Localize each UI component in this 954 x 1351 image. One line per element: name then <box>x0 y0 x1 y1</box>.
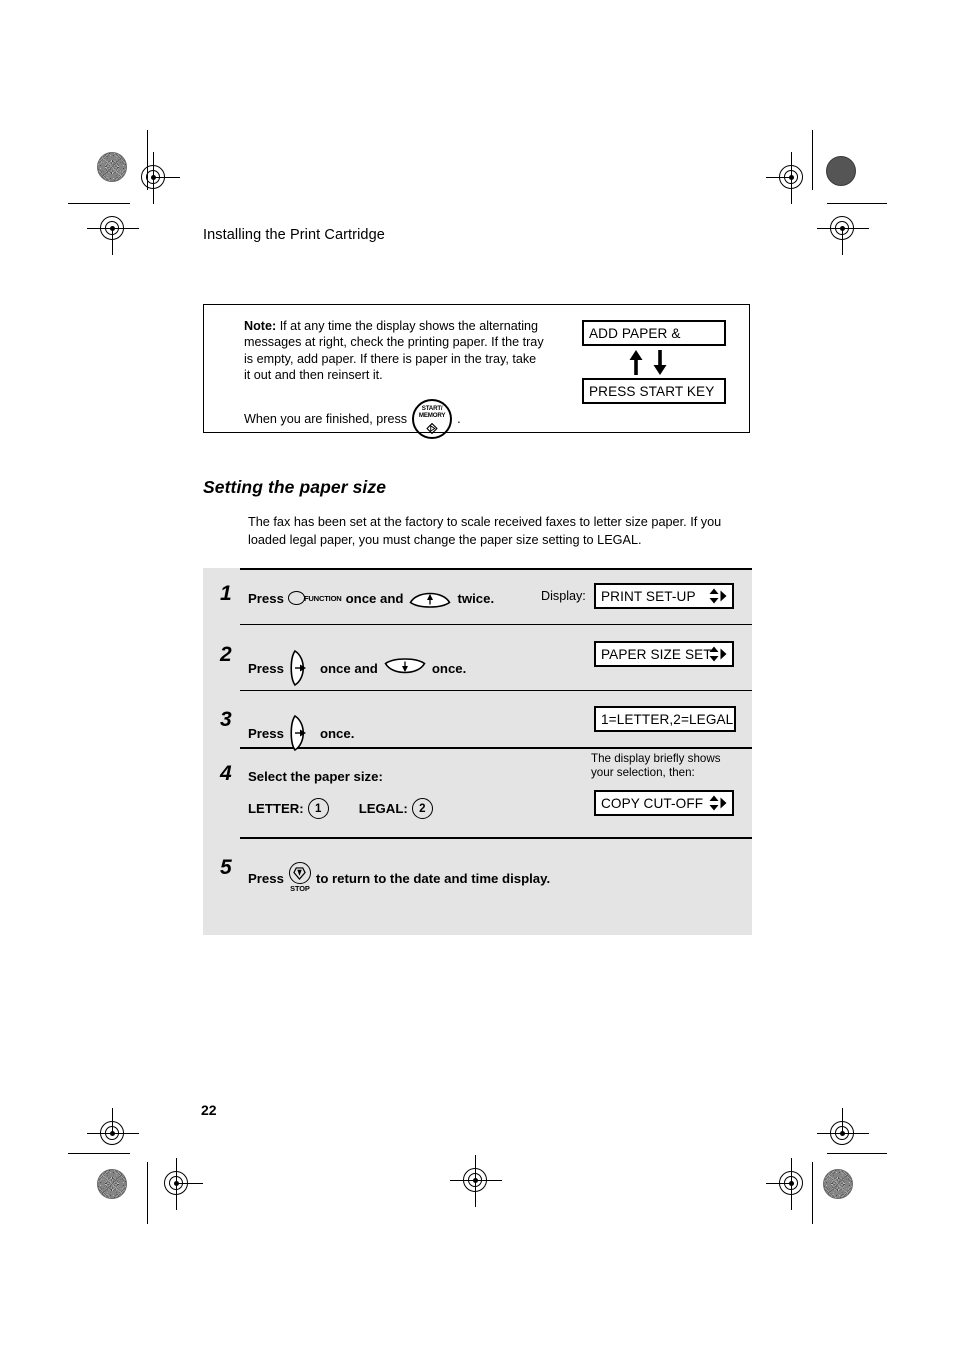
note-text: Note: If at any time the display shows t… <box>244 318 544 384</box>
trim-line-bottom-right-vertical <box>812 1162 814 1224</box>
note-finish-suffix: . <box>457 412 461 426</box>
registration-mark-top-left <box>128 152 180 204</box>
registration-mark-bottom-center <box>450 1155 502 1207</box>
function-key-label: FUNCTION <box>303 593 342 603</box>
numeric-key-1-icon[interactable]: 1 <box>307 798 329 819</box>
registration-mark-right-upper <box>817 203 869 255</box>
display-press-start-key-text: PRESS START KEY <box>589 383 715 399</box>
registration-disc-top-left <box>97 152 127 182</box>
step-2-mid-text: once and <box>319 660 378 676</box>
section-intro-text: The fax has been set at the factory to s… <box>248 515 722 547</box>
registration-mark-bottom-right <box>766 1158 818 1210</box>
step-1-number: 1 <box>220 582 232 605</box>
step-3: 3 Press once. 1=LETTER,2=LEGAL <box>203 690 752 752</box>
step-5-number: 5 <box>220 856 232 879</box>
function-key-icon[interactable]: FUNCTION <box>287 591 342 605</box>
page-running-header: Installing the Print Cartridge <box>203 227 385 243</box>
up-down-alternating-arrows-icon <box>629 350 667 375</box>
step-4-prompt: Select the paper size: <box>248 769 383 784</box>
step-1-display-box: PRINT SET-UP <box>594 583 734 609</box>
page-number: 22 <box>201 1102 217 1118</box>
note-box: Note: If at any time the display shows t… <box>203 304 750 439</box>
step-2-number: 2 <box>220 643 232 666</box>
registration-disc-top-right <box>826 156 856 186</box>
display-press-start-key: PRESS START KEY <box>582 378 726 404</box>
stop-hexagon-icon <box>293 866 307 880</box>
registration-disc-bottom-right <box>823 1169 853 1199</box>
step-1-instruction: Press FUNCTION once and twice. <box>248 588 494 608</box>
note-label: Note: <box>244 319 277 333</box>
step-4-number: 4 <box>220 762 232 785</box>
step-2-display-box: PAPER SIZE SET <box>594 641 734 667</box>
start-memory-key-icon[interactable]: START/MEMORY <box>412 399 453 439</box>
section-heading: Setting the paper size <box>203 477 387 497</box>
step-2-press-label: Press <box>248 660 284 676</box>
step-2-end-text: once. <box>431 660 467 676</box>
trim-line-left-lower-horizontal <box>68 1153 130 1155</box>
step-5: 5 Press STOP to return to the date and t… <box>203 837 752 935</box>
step-2-display-value: PAPER SIZE SET <box>601 646 712 662</box>
registration-mark-bottom-left <box>151 1158 203 1210</box>
step-3-press-label: Press <box>248 725 284 741</box>
step-2: 2 Press once and once. PAPER SIZE SET <box>203 624 752 690</box>
registration-disc-bottom-left <box>97 1169 127 1199</box>
registration-mark-left-upper <box>87 203 139 255</box>
step-4-display-box: COPY CUT-OFF <box>594 790 734 816</box>
up-arrow-key-icon[interactable] <box>408 588 452 608</box>
registration-mark-top-right <box>766 152 818 204</box>
trim-line-right-lower-horizontal <box>827 1153 887 1155</box>
display-add-paper: ADD PAPER & <box>582 320 726 346</box>
step-5-press-label: Press <box>248 871 284 886</box>
scroll-arrows-icon <box>709 588 727 604</box>
step-1-display-value: PRINT SET-UP <box>601 588 696 604</box>
note-body: If at any time the display shows the alt… <box>244 319 544 383</box>
diamond-play-icon <box>426 423 438 434</box>
function-key-circle <box>287 591 305 605</box>
numeric-key-2-icon[interactable]: 2 <box>411 798 433 819</box>
step-4-display-value: COPY CUT-OFF <box>601 795 704 811</box>
step-1-display-label: Display: <box>541 589 586 603</box>
step-3-number: 3 <box>220 708 232 731</box>
start-memory-key-label: START/MEMORY <box>418 405 446 419</box>
step-5-end-text: to return to the date and time display. <box>315 871 551 886</box>
scroll-arrows-icon <box>709 646 727 662</box>
step-1: 1 Press FUNCTION once and twice. Display… <box>203 568 752 624</box>
stop-key-icon[interactable]: STOP <box>287 862 313 895</box>
trim-line-bottom-left-vertical <box>147 1162 149 1224</box>
note-finish-prefix: When you are finished, press <box>244 412 408 426</box>
step-1-mid-text: once and <box>345 590 404 606</box>
scroll-arrows-icon <box>709 795 727 811</box>
right-arc-key-icon[interactable] <box>289 649 315 687</box>
step-4-side-note: The display briefly shows your selection… <box>591 752 721 779</box>
step-3-display-value: 1=LETTER,2=LEGAL <box>601 711 734 727</box>
step-4-letter-label: LETTER: <box>248 801 304 816</box>
step-4: 4 Select the paper size: LETTER: 1 LEGAL… <box>203 747 752 837</box>
display-add-paper-text: ADD PAPER & <box>589 325 681 341</box>
note-finish-line: When you are finished, press START/MEMOR… <box>244 399 461 439</box>
down-arrow-key-icon[interactable] <box>383 658 427 678</box>
step-2-instruction: Press once and once. <box>248 649 466 687</box>
step-5-instruction: Press STOP to return to the date and tim… <box>248 862 550 895</box>
step-4-legal-label: LEGAL: <box>358 801 408 816</box>
stop-key-label: STOP <box>290 884 310 893</box>
step-3-end-text: once. <box>319 725 355 741</box>
step-4-options: LETTER: 1 LEGAL: 2 <box>248 798 437 819</box>
steps-panel: 1 Press FUNCTION once and twice. Display… <box>203 568 752 935</box>
step-3-display-box: 1=LETTER,2=LEGAL <box>594 706 736 732</box>
step-1-end-text: twice. <box>457 590 495 606</box>
step-1-press-label: Press <box>248 590 284 606</box>
